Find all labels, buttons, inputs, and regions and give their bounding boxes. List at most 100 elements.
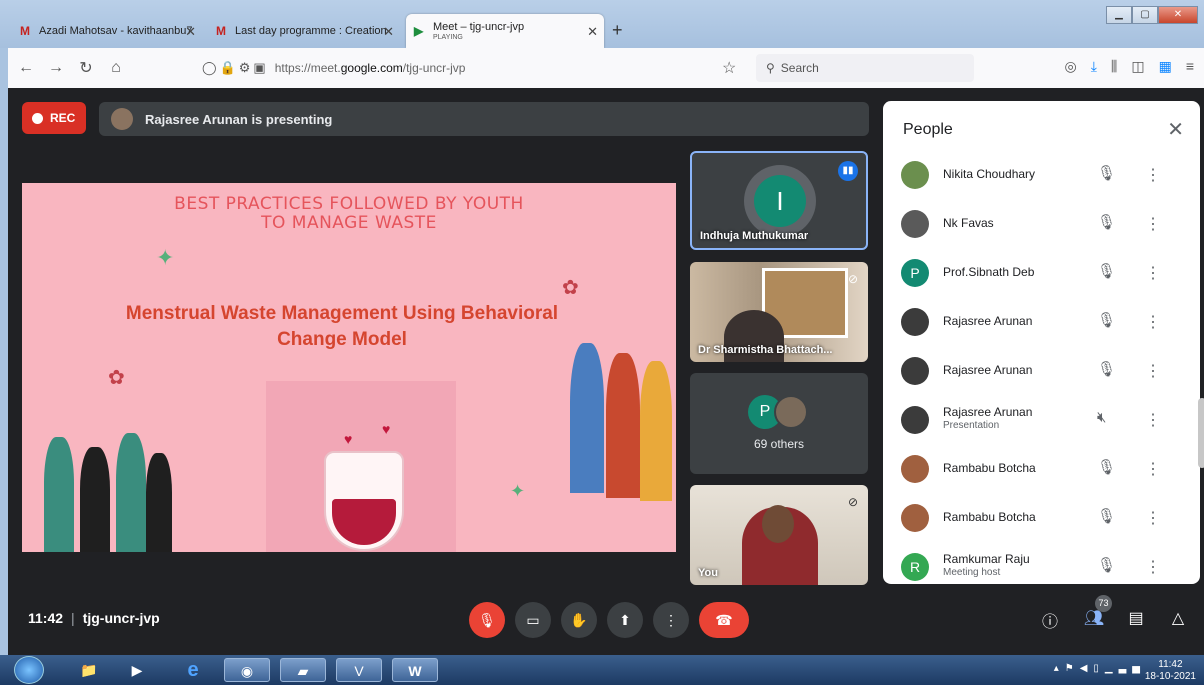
search-input[interactable]: ⚲ Search xyxy=(756,54,974,82)
minimize-button[interactable]: ▁ xyxy=(1106,6,1132,24)
participant-row[interactable]: Rajasree Arunan 🎙︎ ⋮ xyxy=(883,347,1183,396)
people-scrollbar[interactable] xyxy=(1198,398,1204,468)
word-icon[interactable]: W xyxy=(392,658,438,682)
url-bar[interactable]: ◯🔒⚙▣ https://meet. google.com/tjg-uncr-jv… xyxy=(202,54,712,82)
new-tab-button[interactable]: + xyxy=(612,20,623,41)
url-path: /tjg-uncr-jvp xyxy=(402,61,466,75)
reload-icon[interactable]: ↻ xyxy=(74,58,98,78)
activities-button[interactable]: △ xyxy=(1166,608,1190,628)
girl-figure xyxy=(80,447,110,552)
more-vert-icon[interactable]: ⋮ xyxy=(1145,557,1161,577)
mic-toggle-button[interactable]: 🎙︎ xyxy=(469,602,505,638)
flower-icon: ✿ xyxy=(108,367,125,389)
bookmark-star-icon[interactable]: ☆ xyxy=(722,58,736,78)
rec-label: REC xyxy=(50,111,76,125)
forward-icon[interactable]: → xyxy=(44,59,68,77)
girl-figure xyxy=(146,453,172,552)
more-vert-icon[interactable]: ⋮ xyxy=(1145,312,1161,332)
leave-call-button[interactable]: ☎ xyxy=(699,602,749,638)
taskbar-clock[interactable]: 11:42 18-10-2021 xyxy=(1145,659,1196,683)
participant-row[interactable]: Nk Favas 🎙︎ ⋮ xyxy=(883,200,1183,249)
signal-icon[interactable]: ▁▃▅ xyxy=(1105,663,1146,674)
people-panel: People ✕ Nikita Choudhary 🎙︎ ⋮ Nk Favas … xyxy=(883,101,1200,584)
mic-off-icon[interactable]: 🎙︎ xyxy=(1097,556,1116,574)
hang-up-icon: ☎ xyxy=(715,612,733,628)
participant-row[interactable]: Rajasree Arunan Presentation 🔇︎ ⋮ xyxy=(883,396,1183,445)
chat-button[interactable]: ▤ xyxy=(1124,608,1148,628)
more-vert-icon[interactable]: ⋮ xyxy=(1145,263,1161,283)
browser-toolbar: ← → ↻ ⌂ ◯🔒⚙▣ https://meet. google.com/tjg… xyxy=(8,48,1204,88)
internet-explorer-icon[interactable]: e xyxy=(170,658,216,682)
close-tab-icon[interactable]: ✕ xyxy=(185,24,196,40)
camera-toggle-button[interactable]: ▭ xyxy=(515,602,551,638)
meeting-info-button[interactable]: ⓘ xyxy=(1038,608,1062,632)
sidebar-icon[interactable]: ◫ xyxy=(1131,58,1144,75)
participant-count-badge: 73 xyxy=(1095,595,1112,612)
home-icon[interactable]: ⌂ xyxy=(104,59,128,77)
mic-off-icon[interactable]: 🎙︎ xyxy=(1097,360,1116,378)
presenter-avatar xyxy=(111,108,133,130)
separator: | xyxy=(71,610,75,626)
menu-icon[interactable]: ≡ xyxy=(1186,58,1194,75)
mic-off-icon[interactable]: 🎙︎ xyxy=(1097,213,1116,231)
battery-icon[interactable]: ▯ xyxy=(1093,663,1105,674)
app-v-icon[interactable]: V xyxy=(336,658,382,682)
more-vert-icon[interactable]: ⋮ xyxy=(1145,361,1161,381)
participant-role: Meeting host xyxy=(943,567,1001,578)
mic-off-icon[interactable]: 🎙︎ xyxy=(1097,262,1116,280)
close-tab-icon[interactable]: ✕ xyxy=(587,24,598,40)
tray-arrow-icon[interactable]: ▴ xyxy=(1054,663,1065,674)
system-tray: ▴⚑◀▯▁▃▅ xyxy=(1054,663,1146,674)
pocket-icon[interactable]: ◎ xyxy=(1064,58,1076,75)
back-icon[interactable]: ← xyxy=(14,59,38,77)
tab-gmail-azadi[interactable]: M Azadi Mahotsav - kavithaanbu7 ✕ xyxy=(12,14,202,48)
participant-row[interactable]: P Prof.Sibnath Deb 🎙︎ ⋮ xyxy=(883,249,1183,298)
maximize-button[interactable]: ▢ xyxy=(1132,6,1158,24)
action-center-icon[interactable]: ⚑ xyxy=(1065,663,1080,674)
participant-tile-indhuja[interactable]: I ▮▮ Indhuja Muthukumar xyxy=(690,151,868,250)
mic-off-icon[interactable]: 🎙︎ xyxy=(1097,164,1116,182)
raise-hand-button[interactable]: ✋ xyxy=(561,602,597,638)
start-button[interactable] xyxy=(14,656,44,684)
close-tab-icon[interactable]: ✕ xyxy=(383,24,394,40)
participant-avatar: I xyxy=(744,165,816,237)
download-icon[interactable]: ⤓ xyxy=(1091,58,1097,75)
hand-icon: ✋ xyxy=(570,612,588,628)
volume-off-icon[interactable]: 🔇︎ xyxy=(1097,409,1106,426)
explorer-icon[interactable]: 📁 xyxy=(66,658,112,682)
media-player-icon[interactable]: ▶ xyxy=(114,658,160,682)
others-count-label: 69 others xyxy=(753,437,805,451)
more-vert-icon[interactable]: ⋮ xyxy=(1145,165,1161,185)
library-icon[interactable]: ⫼ xyxy=(1111,58,1117,75)
participant-row[interactable]: Nikita Choudhary 🎙︎ ⋮ xyxy=(883,151,1183,200)
participant-row[interactable]: Rajasree Arunan 🎙︎ ⋮ xyxy=(883,298,1183,347)
mic-off-icon[interactable]: 🎙︎ xyxy=(1097,311,1116,329)
tab-meet[interactable]: ▶ Meet – tjg-uncr-jvp PLAYING ✕ xyxy=(406,14,604,48)
close-panel-icon[interactable]: ✕ xyxy=(1167,117,1184,142)
more-vert-icon[interactable]: ⋮ xyxy=(1145,508,1161,528)
more-vert-icon[interactable]: ⋮ xyxy=(1145,459,1161,479)
participant-tile-others[interactable]: P 69 others xyxy=(690,373,868,474)
participant-tile-self[interactable]: ⊘ You xyxy=(690,485,868,585)
meeting-time: 11:42 xyxy=(28,610,64,626)
folder-app-icon[interactable]: ▰ xyxy=(280,658,326,682)
mic-off-icon[interactable]: 🎙︎ xyxy=(1097,507,1116,525)
slide-heading-line1: BEST PRACTICES FOLLOWED BY YOUTH xyxy=(174,194,524,214)
participant-row[interactable]: R Ramkumar Raju Meeting host 🎙︎ ⋮ xyxy=(883,543,1183,584)
volume-icon[interactable]: ◀ xyxy=(1080,663,1094,674)
mic-off-icon[interactable]: 🎙︎ xyxy=(1097,458,1116,476)
more-vert-icon[interactable]: ⋮ xyxy=(1145,410,1161,430)
participant-row[interactable]: Rambabu Botcha 🎙︎ ⋮ xyxy=(883,445,1183,494)
extension-icon[interactable]: ▦ xyxy=(1159,58,1172,75)
participant-tile-sharmistha[interactable]: ⊘ Dr Sharmistha Bhattach... xyxy=(690,262,868,362)
more-options-button[interactable]: ⋮ xyxy=(653,602,689,638)
firefox-icon[interactable]: ◉ xyxy=(224,658,270,682)
close-window-button[interactable]: ✕ xyxy=(1158,6,1198,24)
participant-row[interactable]: Rambabu Botcha 🎙︎ ⋮ xyxy=(883,494,1183,543)
info-icon: ⓘ xyxy=(1041,614,1058,631)
sparkle-icon: ✦ xyxy=(510,481,526,501)
tab-gmail-last-day[interactable]: M Last day programme : Creation ✕ xyxy=(208,14,400,48)
more-vert-icon[interactable]: ⋮ xyxy=(1145,214,1161,234)
present-button[interactable]: ⬆ xyxy=(607,602,643,638)
site-info-icons[interactable]: ◯🔒⚙▣ xyxy=(202,60,269,76)
